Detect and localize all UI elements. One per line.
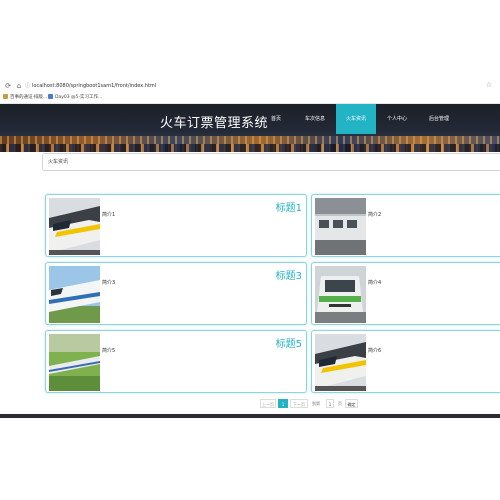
info-icon: ⓘ <box>25 83 31 89</box>
card-intro: 简介6 <box>368 348 382 354</box>
news-card[interactable]: 简介5 标题5 <box>45 330 307 393</box>
page-unit-label: 页 <box>338 401 342 406</box>
bookmark-label: Day03 @5-实习工作... <box>55 95 103 100</box>
train-image <box>315 266 366 323</box>
home-icon[interactable]: ⌂ <box>14 81 24 91</box>
nav-train-info[interactable]: 车次信息 <box>297 104 333 134</box>
goto-label: 到第 <box>312 401 320 406</box>
section-title-bar: 火车资讯 <box>42 153 500 171</box>
card-intro: 简介4 <box>368 280 382 286</box>
card-title[interactable]: 标题1 <box>276 199 302 214</box>
card-title[interactable]: 标题3 <box>276 267 302 282</box>
star-icon[interactable]: ☆ <box>486 81 492 89</box>
nav-admin[interactable]: 后台管理 <box>420 104 458 134</box>
page-1-button[interactable]: 1 <box>278 399 288 408</box>
site-title: 火车订票管理系统 <box>160 116 269 131</box>
section-title: 火车资讯 <box>48 159 69 165</box>
confirm-button[interactable]: 确定 <box>345 399 358 408</box>
card-intro: 简介5 <box>102 348 116 354</box>
train-image <box>49 266 100 323</box>
prev-page-button[interactable]: 上一页 <box>260 399 276 408</box>
reload-icon[interactable]: ⟳ <box>3 81 13 91</box>
news-card[interactable]: 简介4 <box>311 262 500 325</box>
bookmark-icon <box>3 94 8 99</box>
page-number-input[interactable]: 1 <box>326 399 334 408</box>
page: ⟳ ⌂ ⓘ localhost:8080/springboot1sam1/fron… <box>0 0 500 500</box>
bookmarks-bar: 百事的通证·排版... Day03 @5-实习工作... <box>0 93 500 103</box>
card-intro: 简介3 <box>102 280 116 286</box>
news-card[interactable]: 简介2 <box>311 194 500 257</box>
url-text: localhost:8080/springboot1sam1/front/ind… <box>32 83 157 89</box>
next-page-button[interactable]: 下一页 <box>290 399 308 408</box>
pagination: 上一页 1 下一页 到第 1 页 确定 <box>0 399 500 408</box>
bookmark-2[interactable]: Day03 @5-实习工作... <box>48 93 102 103</box>
site-header: 火车订票管理系统 首页 车次信息 火车资讯 个人中心 后台管理 <box>0 104 500 152</box>
news-card[interactable]: 简介1 标题1 <box>45 194 307 257</box>
nav-personal-center[interactable]: 个人中心 <box>379 104 415 134</box>
nav-home[interactable]: 首页 <box>262 104 290 134</box>
city-lights-strip <box>0 144 500 152</box>
card-intro: 简介2 <box>368 212 382 218</box>
bookmark-icon <box>48 94 53 99</box>
top-blank-area <box>0 0 500 78</box>
train-image <box>315 334 366 391</box>
card-intro: 简介1 <box>102 212 116 218</box>
card-title[interactable]: 标题5 <box>276 335 302 350</box>
bookmark-label: 百事的通证·排版... <box>10 95 48 100</box>
browser-chrome: ⟳ ⌂ ⓘ localhost:8080/springboot1sam1/fron… <box>0 78 500 104</box>
news-card[interactable]: 简介3 标题3 <box>45 262 307 325</box>
address-bar[interactable]: ⓘ localhost:8080/springboot1sam1/front/in… <box>25 81 495 91</box>
train-image <box>49 334 100 391</box>
bottom-blank-area <box>0 418 500 500</box>
bookmark-1[interactable]: 百事的通证·排版... <box>3 93 47 103</box>
nav-train-news[interactable]: 火车资讯 <box>336 104 376 134</box>
train-image <box>315 198 366 255</box>
news-card[interactable]: 简介6 <box>311 330 500 393</box>
train-image <box>49 198 100 255</box>
